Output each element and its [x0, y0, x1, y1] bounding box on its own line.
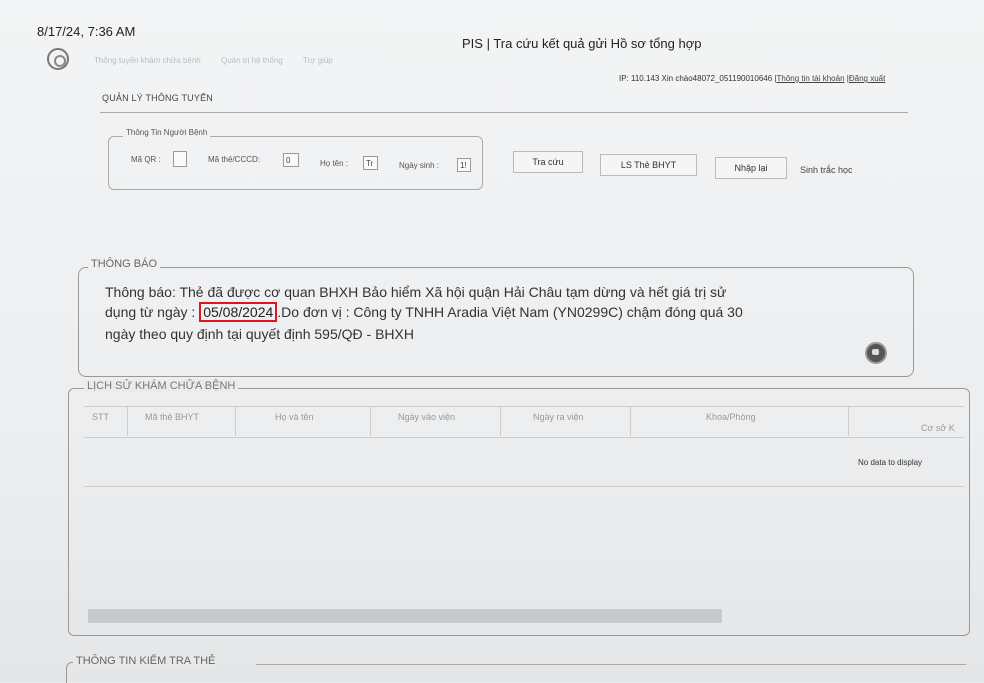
card-id-input[interactable]: 0 [283, 153, 299, 167]
dob-label: Ngày sinh : [399, 161, 440, 170]
notice-line-2-suffix: .Do đơn vị : Công ty TNHH Aradia Việt Na… [277, 304, 743, 320]
column-header-discharge-date[interactable]: Ngày ra viện [533, 412, 584, 422]
column-separator [500, 406, 501, 436]
patient-info-legend: Thông Tin Người Bệnh [123, 128, 211, 137]
biometric-link[interactable]: Sinh trắc học [800, 165, 853, 175]
card-label: Mã thẻ/CCCD: [208, 155, 261, 164]
nav-item-thong-tuyen[interactable]: Thông tuyến khám chữa bệnh [94, 56, 201, 65]
dob-input[interactable]: 1! [457, 158, 471, 172]
notice-line-3: ngày theo quy định tại quyết định 595/QĐ… [105, 326, 414, 342]
search-button[interactable]: Tra cứu [513, 151, 583, 173]
column-separator [235, 406, 236, 436]
full-name-input[interactable]: Tr [363, 156, 378, 170]
column-header-stt[interactable]: STT [92, 412, 109, 422]
column-header-card[interactable]: Mã thẻ BHYT [145, 412, 199, 422]
top-nav: Thông tuyến khám chữa bệnh Quản trị hệ t… [94, 56, 351, 65]
notice-line-2-prefix: dụng từ ngày : [105, 304, 196, 320]
print-title: PIS | Tra cứu kết quả gửi Hồ sơ tổng hợp [462, 36, 702, 51]
history-grid-header [84, 406, 964, 438]
card-check-divider [256, 664, 966, 665]
history-legend: LỊCH SỬ KHÁM CHỮA BỆNH [84, 380, 239, 392]
notice-legend: THÔNG BÁO [88, 258, 161, 270]
qr-checkbox[interactable] [173, 151, 187, 167]
name-label: Họ tên : [320, 159, 349, 168]
logout-link[interactable]: Đăng xuất [849, 74, 885, 83]
chat-icon[interactable] [865, 342, 887, 364]
notice-line-1: Thông báo: Thẻ đã được cơ quan BHXH Bảo … [105, 284, 727, 300]
section-divider [100, 112, 908, 113]
column-separator [630, 406, 631, 436]
print-datetime: 8/17/24, 7:36 AM [37, 24, 136, 39]
card-check-legend: THÔNG TIN KIỂM TRA THẺ [73, 655, 219, 667]
column-separator [370, 406, 371, 436]
printed-page: 8/17/24, 7:36 AM PIS | Tra cứu kết quả g… [0, 0, 984, 683]
qr-label: Mã QR : [131, 155, 161, 164]
card-history-button[interactable]: LS Thẻ BHYT [600, 154, 697, 176]
column-header-admit-date[interactable]: Ngày vào viện [398, 412, 455, 422]
section-title: QUẢN LÝ THÔNG TUYẾN [102, 93, 213, 103]
account-info-link[interactable]: Thông tin tài khoản [776, 74, 844, 83]
column-header-facility[interactable]: Cơ sở K [921, 423, 955, 433]
logo-icon [47, 48, 69, 70]
ip-greeting: IP: 110.143 Xin chào48072_051190010646 | [619, 74, 777, 83]
nav-item-tro-giup[interactable]: Trợ giúp [303, 56, 333, 65]
horizontal-scrollbar[interactable] [88, 609, 722, 623]
grid-row-divider [84, 486, 964, 487]
nav-item-quan-tri[interactable]: Quản trị hệ thống [221, 56, 283, 65]
column-header-name[interactable]: Họ và tên [275, 412, 314, 422]
column-separator [127, 406, 128, 436]
column-separator [848, 406, 849, 436]
reset-button[interactable]: Nhập lại [715, 157, 787, 179]
user-bar: IP: 110.143 Xin chào48072_051190010646 |… [619, 74, 886, 83]
notice-line-2: dụng từ ngày : 05/08/2024 .Do đơn vị : Cô… [105, 302, 743, 322]
column-header-department[interactable]: Khoa/Phòng [706, 412, 756, 422]
suspension-date-highlight: 05/08/2024 [199, 302, 278, 322]
empty-grid-message: No data to display [858, 458, 923, 467]
